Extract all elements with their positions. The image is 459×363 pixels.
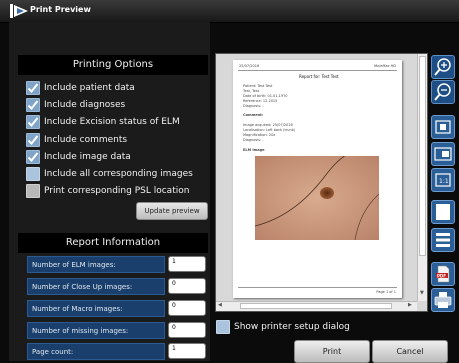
update-preview-button[interactable]: Update preview [136, 202, 208, 220]
show-printer-setup-label: Show printer setup dialog [234, 322, 350, 332]
checkbox-checked[interactable] [26, 133, 40, 147]
cancel-button[interactable]: Cancel [372, 340, 448, 363]
page-footer-rule [238, 287, 397, 288]
single-page-button[interactable] [431, 200, 455, 224]
checkbox-unchecked[interactable] [26, 167, 40, 181]
actual-size-icon: 1:1 [435, 173, 451, 187]
page-patient-line: Diagnosis: - [243, 104, 264, 108]
page-patient-line: Patient: Test Test [243, 84, 273, 88]
actual-size-button[interactable]: 1:1 [431, 168, 455, 192]
page-comment-line: Localisation: Left back (trunk) [243, 128, 296, 132]
scroll-down-icon[interactable]: ▼ [420, 290, 424, 296]
checkmark-icon [27, 152, 39, 162]
zoom-in-icon [434, 58, 451, 76]
checkmark-icon [27, 117, 39, 127]
zoom-out-button[interactable] [431, 80, 455, 104]
info-elm-images-field[interactable]: 1 [168, 256, 206, 272]
option-include-all-images[interactable]: Include all corresponding images [26, 166, 193, 182]
export-pdf-button[interactable]: PDF [431, 262, 455, 286]
option-include-patient-data[interactable]: Include patient data [26, 80, 135, 96]
checkbox-checked[interactable] [26, 150, 40, 164]
page-patient-line: Reference: 12.2015 [243, 99, 278, 103]
option-label: Include all corresponding images [44, 169, 193, 179]
info-page-count-field[interactable]: 1 [168, 343, 206, 359]
option-label: Include Excision status of ELM [44, 117, 180, 127]
vertical-scroll-thumb[interactable] [419, 56, 426, 256]
printer-icon [434, 292, 452, 308]
info-closeup-images-label: Number of Close Up images: [27, 278, 165, 295]
multi-page-icon [436, 233, 450, 247]
info-elm-images-label: Number of ELM images: [27, 256, 165, 273]
page-patient-line: Test, Test [243, 89, 260, 93]
fit-page-icon [435, 120, 451, 134]
single-page-icon [436, 204, 450, 220]
app-logo-icon [10, 4, 28, 18]
checkbox-checked[interactable] [26, 115, 40, 129]
report-information-heading: Report Information [18, 233, 208, 253]
horizontal-scrollbar[interactable]: ◀ ▶ [216, 301, 417, 311]
info-macro-images-label: Number of Macro images: [27, 300, 165, 317]
info-missing-images-field[interactable]: 0 [168, 322, 206, 338]
option-label: Include image data [44, 152, 131, 162]
page-comment-line: Diagnosis: - [243, 138, 264, 142]
checkbox-disabled[interactable] [26, 184, 40, 198]
option-label: Include patient data [44, 83, 135, 93]
printing-options-heading: Printing Options [18, 55, 208, 75]
checkmark-icon [27, 83, 39, 93]
print-quick-button[interactable] [431, 288, 455, 312]
zoom-out-icon [434, 83, 451, 101]
page-comment-line: Image acquired: 25/07/2016 [243, 123, 293, 127]
zoom-in-button[interactable] [431, 55, 455, 79]
option-include-diagnoses[interactable]: Include diagnoses [26, 97, 125, 113]
page-comment-line: Magnification: 20x [243, 133, 276, 137]
title-bar: Print Preview [0, 0, 459, 23]
page-footer: Page 1 of 1 [376, 290, 396, 294]
page-header-rule [238, 70, 397, 71]
checkbox-checked[interactable] [26, 98, 40, 112]
page-header-date: 25/07/2016 [239, 64, 260, 68]
svg-text:PDF: PDF [437, 273, 446, 278]
multi-page-button[interactable] [431, 228, 455, 252]
page-patient-line: Date of birth: 01.01.1970 [243, 94, 288, 98]
preview-page: 25/07/2016 MoleMax HD Report for: Test T… [233, 60, 402, 298]
checkmark-icon [27, 135, 39, 145]
page-report-title: Report for: Test Test [299, 74, 339, 79]
pdf-icon: PDF [436, 265, 450, 283]
page-image-heading: ELM Image [243, 148, 265, 152]
fit-page-button[interactable] [431, 115, 455, 139]
print-button[interactable]: Print [294, 340, 370, 363]
show-printer-setup-option[interactable]: Show printer setup dialog [216, 320, 350, 334]
info-closeup-images-field[interactable]: 0 [168, 278, 206, 294]
scroll-left-icon[interactable]: ◀ [218, 302, 222, 308]
fit-width-button[interactable] [431, 142, 455, 166]
page-header-brand: MoleMax HD [374, 64, 396, 68]
checkbox-checked[interactable] [26, 81, 40, 95]
skin-lesion-image [255, 156, 379, 240]
info-page-count-label: Page count: [27, 343, 165, 360]
vertical-scrollbar[interactable]: ▼ [417, 54, 427, 301]
horizontal-scroll-thumb[interactable] [240, 303, 392, 309]
info-missing-images-label: Number of missing images: [27, 322, 165, 339]
svg-text:1:1: 1:1 [439, 178, 449, 185]
option-include-excision-status[interactable]: Include Excision status of ELM [26, 114, 180, 130]
scroll-right-icon[interactable]: ▶ [408, 302, 412, 308]
info-macro-images-field[interactable]: 0 [168, 300, 206, 316]
checkmark-icon [27, 100, 39, 110]
print-preview-area[interactable]: 25/07/2016 MoleMax HD Report for: Test T… [215, 53, 428, 312]
option-include-comments[interactable]: Include comments [26, 132, 127, 148]
option-label: Include diagnoses [44, 100, 126, 110]
window-title: Print Preview [30, 5, 91, 14]
checkbox-unchecked[interactable] [216, 320, 230, 334]
fit-width-icon [434, 147, 452, 161]
option-label: Print corresponding PSL location [44, 186, 190, 196]
option-label: Include comments [44, 135, 128, 145]
page-comment-heading: Comment: [243, 113, 264, 117]
option-include-image-data[interactable]: Include image data [26, 149, 131, 165]
option-print-psl-location[interactable]: Print corresponding PSL location [26, 183, 189, 199]
